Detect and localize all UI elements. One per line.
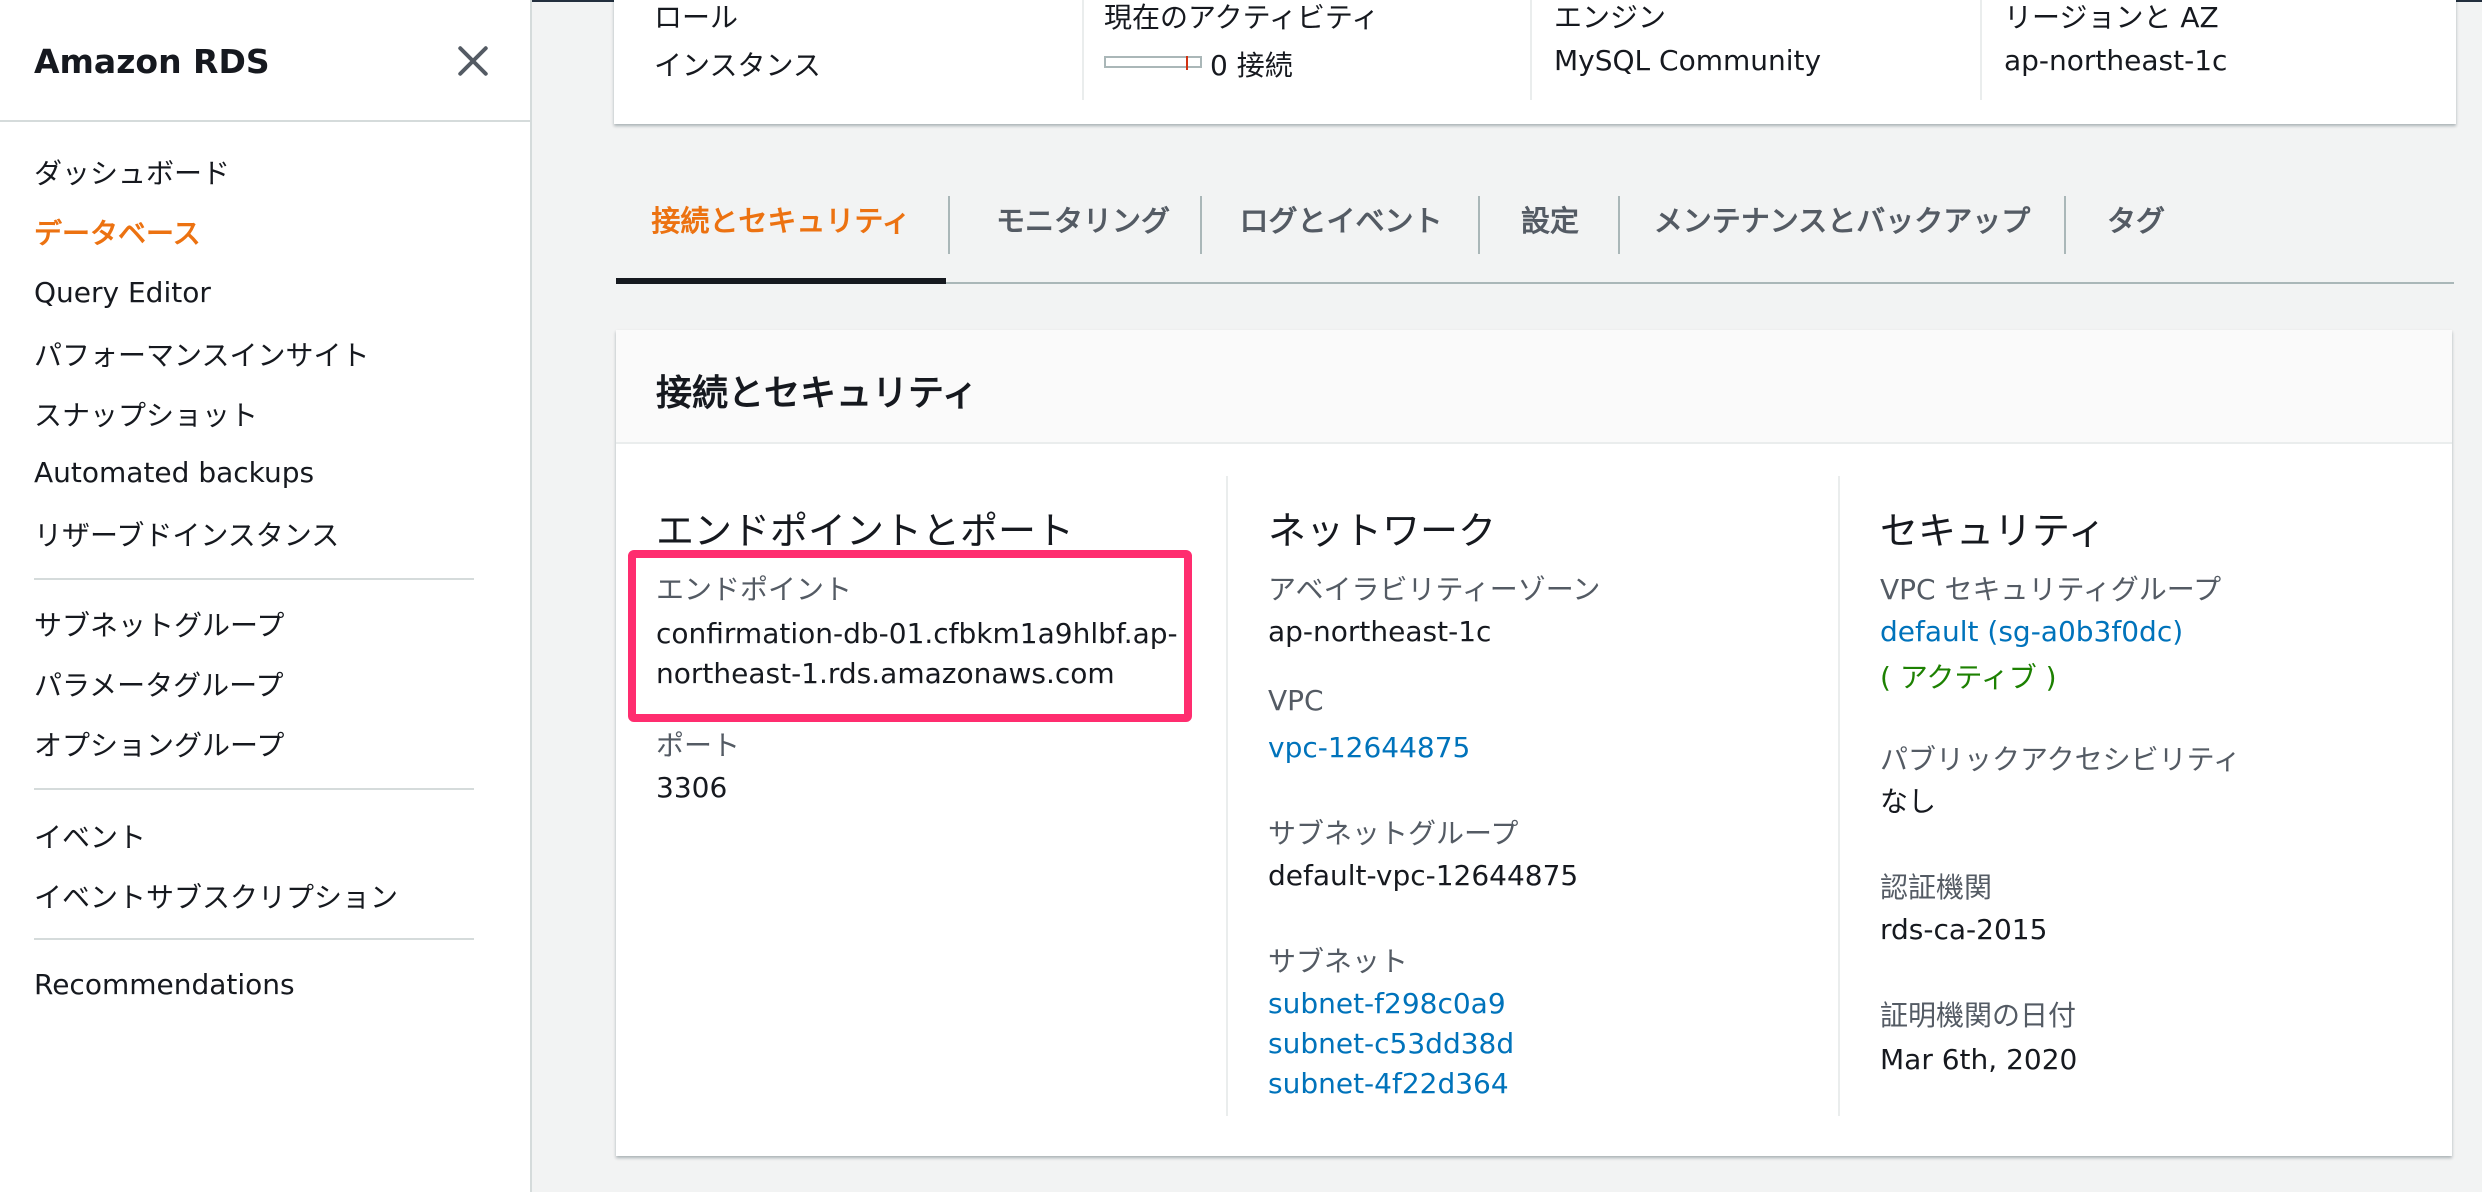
sidebar-item-option-groups[interactable]: オプショングループ [34, 724, 284, 764]
summary-region-label: リージョンと AZ [2004, 1, 2219, 34]
security-column: セキュリティ VPC セキュリティグループ default (sg-a0b3f0… [1880, 444, 2440, 1156]
network-heading: ネットワーク [1268, 509, 1497, 553]
port-label: ポート [656, 729, 741, 762]
sidebar-item-subnet-groups[interactable]: サブネットグループ [34, 604, 284, 644]
subnet-group-value: default-vpc-12644875 [1268, 859, 1579, 892]
summary-activity-value: 0 接続 [1210, 49, 1293, 82]
subnet-link[interactable]: subnet-f298c0a9 [1268, 984, 1506, 1024]
sidebar-item-reserved-instances[interactable]: リザーブドインスタンス [34, 514, 339, 554]
certificate-date-label: 証明機関の日付 [1880, 999, 2077, 1032]
security-group-link[interactable]: default (sg-a0b3f0dc) [1880, 612, 2183, 652]
summary-engine-label: エンジン [1554, 1, 1667, 34]
tab-monitoring[interactable]: モニタリング [950, 190, 1216, 282]
close-icon[interactable] [452, 40, 494, 82]
sidebar-divider [34, 578, 474, 580]
vpc-link[interactable]: vpc-12644875 [1268, 728, 1470, 768]
security-group-label: VPC セキュリティグループ [1880, 573, 2222, 606]
subnets-label: サブネット [1268, 945, 1409, 978]
summary-region-value: ap-northeast-1c [2004, 44, 2228, 77]
certificate-date-value: Mar 6th, 2020 [1880, 1043, 2078, 1076]
summary-role-label: ロール [654, 1, 739, 34]
summary-activity: 現在のアクティビティ 0 接続 [1104, 0, 1524, 104]
summary-role: ロール インスタンス [654, 0, 1074, 104]
sidebar-divider [34, 788, 474, 790]
sidebar: Amazon RDS ダッシュボード データベース Query Editor パ… [0, 0, 532, 1192]
summary-divider [1980, 0, 1982, 100]
port-value: 3306 [656, 771, 728, 804]
active-tab-indicator [616, 278, 946, 284]
sidebar-item-automated-backups[interactable]: Automated backups [34, 456, 314, 489]
summary-engine: エンジン MySQL Community [1554, 0, 1974, 104]
summary-activity-label: 現在のアクティビティ [1104, 1, 1380, 34]
sidebar-item-query-editor[interactable]: Query Editor [34, 276, 211, 309]
tab-configuration[interactable]: 設定 [1480, 190, 1620, 282]
tab-logs-events[interactable]: ログとイベント [1202, 190, 1480, 282]
tab-connectivity-security[interactable]: 接続とセキュリティ [616, 190, 946, 282]
connectivity-security-panel: 接続とセキュリティ エンドポイントとポート エンドポイント confirmati… [616, 330, 2452, 1156]
public-access-label: パブリックアクセシビリティ [1880, 743, 2241, 776]
sidebar-item-databases[interactable]: データベース [34, 212, 201, 252]
public-access-value: なし [1880, 785, 1937, 818]
activity-meter [1104, 56, 1202, 70]
tab-tags[interactable]: タグ [2066, 190, 2206, 282]
summary-engine-value: MySQL Community [1554, 44, 1822, 77]
subnet-link[interactable]: subnet-c53dd38d [1268, 1024, 1514, 1064]
summary-divider [1082, 0, 1084, 100]
sidebar-item-parameter-groups[interactable]: パラメータグループ [34, 664, 283, 704]
security-heading: セキュリティ [1880, 509, 2106, 553]
summary-region: リージョンと AZ ap-northeast-1c [2004, 0, 2424, 104]
availability-zone-label: アベイラビリティーゾーン [1268, 573, 1601, 606]
sidebar-item-event-subscriptions[interactable]: イベントサブスクリプション [34, 876, 398, 916]
sidebar-title: Amazon RDS [34, 42, 270, 81]
network-column: ネットワーク アベイラビリティーゾーン ap-northeast-1c VPC … [1268, 444, 1828, 1156]
endpoint-port-heading: エンドポイントとポート [656, 509, 1075, 553]
summary-role-value: インスタンス [654, 49, 821, 82]
certificate-authority-label: 認証機関 [1880, 871, 1993, 904]
column-divider [1838, 476, 1840, 1116]
summary-card: ロール インスタンス 現在のアクティビティ 0 接続 エンジン MySQL Co… [614, 0, 2456, 124]
sidebar-divider [34, 938, 474, 940]
column-divider [1226, 476, 1228, 1116]
panel-title: 接続とセキュリティ [656, 373, 978, 414]
activity-meter-mark [1186, 56, 1188, 70]
tab-maintenance-backups[interactable]: メンテナンスとバックアップ [1620, 190, 2064, 282]
sidebar-item-dashboard[interactable]: ダッシュボード [34, 152, 230, 192]
sidebar-item-snapshots[interactable]: スナップショット [34, 394, 258, 434]
certificate-authority-value: rds-ca-2015 [1880, 913, 2048, 946]
detail-tabs: 接続とセキュリティ モニタリング ログとイベント 設定 メンテナンスとバックアッ… [616, 190, 2454, 284]
availability-zone-value: ap-northeast-1c [1268, 615, 1492, 648]
subnet-link[interactable]: subnet-4f22d364 [1268, 1064, 1509, 1104]
vpc-label: VPC [1268, 684, 1324, 717]
endpoint-highlight-box [628, 550, 1192, 722]
subnet-group-label: サブネットグループ [1268, 817, 1519, 850]
panel-header: 接続とセキュリティ [616, 330, 2452, 444]
sidebar-item-events[interactable]: イベント [34, 816, 146, 856]
sidebar-item-recommendations[interactable]: Recommendations [34, 968, 295, 1001]
sidebar-header: Amazon RDS [0, 0, 530, 122]
sidebar-item-performance-insights[interactable]: パフォーマンスインサイト [34, 334, 369, 374]
security-group-status: ( アクティブ ) [1880, 661, 2057, 694]
summary-divider [1530, 0, 1532, 100]
